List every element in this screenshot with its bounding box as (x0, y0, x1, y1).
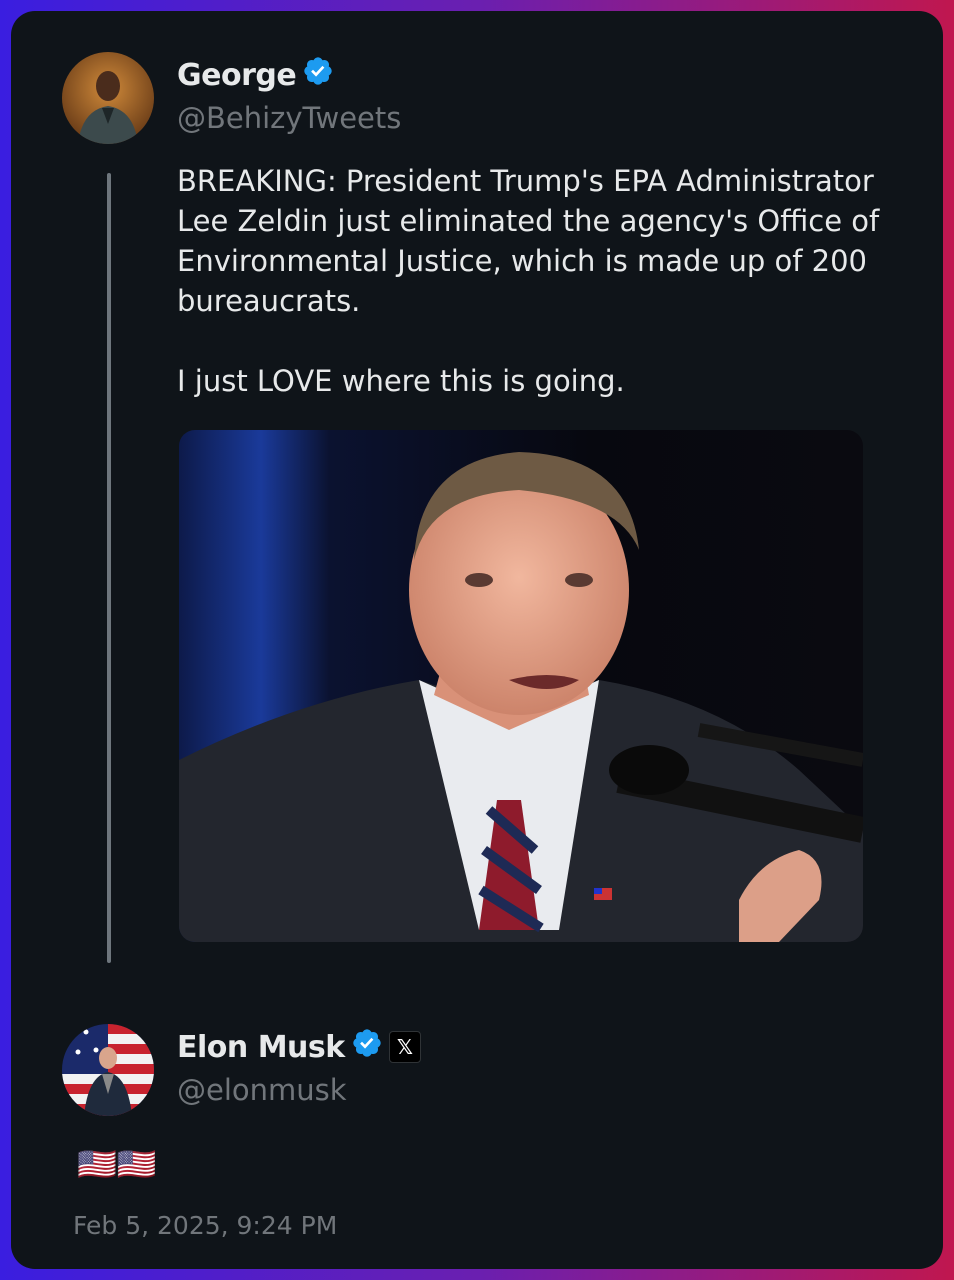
tweet-body-text: BREAKING: President Trump's EPA Administ… (177, 164, 880, 398)
verified-badge-icon (351, 1027, 383, 1067)
reply-author-name[interactable]: Elon Musk (177, 1030, 345, 1065)
reply-author-handle[interactable]: @elonmusk (177, 1073, 347, 1107)
george-avatar[interactable] (62, 52, 154, 144)
x-affiliation-badge-icon[interactable]: 𝕏 (388, 1031, 421, 1063)
elon-musk-avatar[interactable] (62, 1024, 154, 1116)
thread-connector-line (107, 173, 111, 963)
tweet-screenshot-card: George @BehizyTweets BREAKING: President… (11, 11, 943, 1269)
reply-body-text: 🇺🇸🇺🇸 (77, 1145, 157, 1183)
george-name-row: George (177, 55, 334, 95)
tweet-timestamp[interactable]: Feb 5, 2025, 9:24 PM (73, 1211, 337, 1240)
author-handle[interactable]: @BehizyTweets (177, 101, 401, 135)
tweet-media-photo[interactable] (179, 430, 863, 942)
verified-badge-icon (302, 55, 334, 95)
author-name[interactable]: George (177, 58, 297, 93)
elon-name-row: Elon Musk 𝕏 (177, 1027, 421, 1067)
